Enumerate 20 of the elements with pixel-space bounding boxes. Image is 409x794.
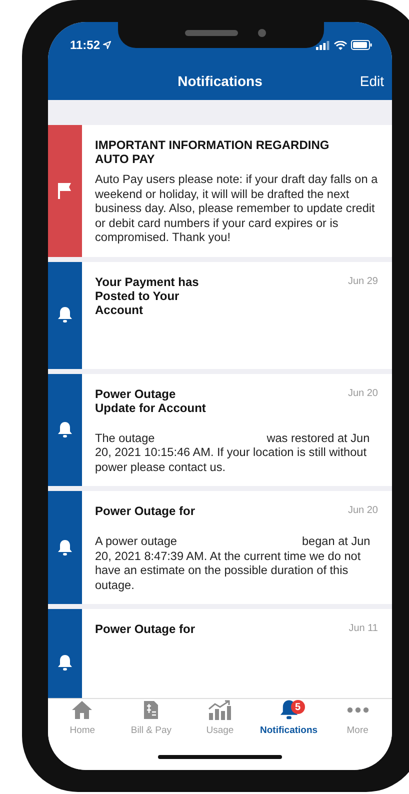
notification-card[interactable]: Your Payment has Posted to Your Account Jun 29 (48, 262, 392, 368)
screen-title: Notifications (178, 73, 262, 89)
notification-date: Jun 11 (348, 622, 378, 634)
notification-date: Jun 20 (348, 386, 378, 398)
notification-message: The outage was restored at Jun 20, 2021 10:15:46 AM. If your location is still without power please contact us. (95, 430, 371, 474)
notification-card[interactable]: Power Outage for Jun 11 (48, 609, 392, 698)
notification-message: A power outage began at Jun 20, 2021 8:47:39 AM. At the current time we do not have an estimate on the possible duration of this outage. (95, 534, 372, 592)
status-time: 11:52 (70, 38, 100, 52)
notification-message: Auto Pay users please note: if your draft day falls on a weekend or holiday, it will will be drafted the next business day. Also, please remember to update credit or debit card numbers if your card expires or is compromised. Thank you! (95, 172, 378, 244)
notification-date: Jun 29 (348, 274, 378, 286)
notification-title: Power Outage Update for Account (95, 386, 206, 414)
notification-date: Jun 20 (348, 504, 378, 516)
notification-title: IMPORTANT INFORMATION REGARDING AUTO PAY (95, 138, 330, 166)
tab-bar-item[interactable]: Notifications 5 (254, 699, 324, 743)
notification-card[interactable]: Power Outage for Jun 20 A power outage began at Jun 20, 2021 8:47:39 AM. At the current time we do not have an estimate on the possible duration of this outage. (48, 491, 392, 604)
notification-title: Power Outage for (95, 622, 196, 636)
edit-button[interactable]: Edit (360, 73, 384, 89)
notification-card[interactable]: Power Outage Update for Account Jun 20 The outage was restored at Jun 20, 2021 10:15:46 AM. If your location is still without power please contact us. (48, 374, 392, 486)
notification-title: Your Payment has Posted to Your Account (95, 274, 199, 316)
notification-title: Power Outage for (95, 504, 196, 518)
